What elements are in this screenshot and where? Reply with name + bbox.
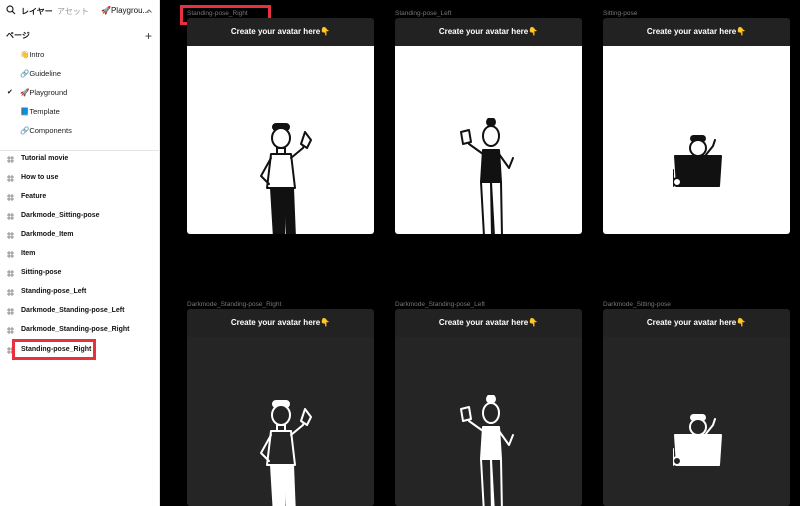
layer-item[interactable]: Standing-pose_Left — [7, 287, 157, 299]
layer-item[interactable]: Darkmode_Standing-pose_Right — [7, 325, 157, 337]
layer-item[interactable]: Sitting-pose — [7, 268, 157, 280]
frame-grid-icon — [7, 308, 14, 315]
avatar-frame[interactable]: Create your avatar here👇 — [187, 18, 374, 234]
layer-item-label: Darkmode_Sitting-pose — [21, 212, 100, 219]
frame-body — [395, 46, 582, 234]
frame-grid-icon — [7, 251, 14, 258]
frame-header: Create your avatar here👇 — [187, 18, 374, 46]
pages-title: ページ — [6, 31, 30, 40]
avatar-frame[interactable]: Create your avatar here👇 — [603, 18, 790, 234]
frame-body — [187, 46, 374, 234]
layer-item[interactable]: Item — [7, 249, 157, 261]
layer-item-label: Darkmode_Standing-pose_Right — [21, 326, 130, 333]
layer-item[interactable]: Darkmode_Sitting-pose — [7, 211, 157, 223]
frame-body — [395, 337, 582, 506]
frame-body — [187, 337, 374, 506]
design-canvas[interactable]: Standing-pose_Right Create your avatar he… — [161, 0, 800, 506]
page-item-playground[interactable]: 🚀Playground — [20, 88, 67, 97]
frame-label[interactable]: Darkmode_Standing-pose_Left — [395, 301, 485, 308]
avatar-frame[interactable]: Create your avatar here👇 — [395, 309, 582, 506]
frame-grid-icon — [7, 213, 14, 220]
sitting-avatar-illustration — [673, 414, 722, 466]
avatar-frame[interactable]: Create your avatar here👇 — [603, 309, 790, 506]
frame-label[interactable]: Darkmode_Sitting-pose — [603, 301, 671, 308]
avatar-frame[interactable]: Create your avatar here👇 — [187, 309, 374, 506]
frame-grid-icon — [7, 289, 14, 296]
frame-header: Create your avatar here👇 — [187, 309, 374, 337]
frame-header: Create your avatar here👇 — [395, 309, 582, 337]
frame-label[interactable]: Darkmode_Standing-pose_Right — [187, 301, 281, 308]
avatar-frame[interactable]: Create your avatar here👇 — [395, 18, 582, 234]
layer-item[interactable]: Feature — [7, 192, 157, 204]
pages-section-header: ページ + — [6, 29, 154, 43]
sidebar-divider — [0, 150, 160, 151]
frame-grid-icon — [7, 175, 14, 182]
page-item-template[interactable]: 📘Template — [20, 107, 60, 116]
add-page-icon[interactable]: + — [145, 29, 152, 43]
layer-item-label: How to use — [21, 174, 59, 181]
layer-item-label: Feature — [21, 193, 47, 200]
sitting-avatar-illustration — [673, 135, 722, 187]
layer-item-label: Darkmode_Standing-pose_Left — [21, 307, 125, 314]
frame-label[interactable]: Standing-pose_Left — [395, 10, 451, 17]
frame-grid-icon — [7, 232, 14, 239]
layer-item-label: Sitting-pose — [21, 269, 62, 276]
layer-item[interactable]: How to use — [7, 173, 157, 185]
frame-header: Create your avatar here👇 — [603, 18, 790, 46]
frame-body — [603, 337, 790, 506]
page-selector[interactable]: 🚀Playgrou... — [101, 6, 149, 15]
tab-layers[interactable]: レイヤー — [21, 6, 53, 17]
layer-item-label: Darkmode_Item — [21, 231, 74, 238]
search-icon[interactable] — [6, 5, 16, 15]
layer-item-label: Tutorial movie — [21, 155, 69, 162]
layer-item[interactable]: Tutorial movie — [7, 154, 157, 166]
standing-right-avatar-illustration — [260, 123, 312, 234]
frame-header: Create your avatar here👇 — [603, 309, 790, 337]
frame-body — [603, 46, 790, 234]
standing-right-avatar-illustration — [260, 400, 312, 506]
frame-label[interactable]: Standing-pose_Right — [187, 10, 248, 17]
layer-item[interactable]: Darkmode_Item — [7, 230, 157, 242]
layer-item[interactable]: Darkmode_Standing-pose_Left — [7, 306, 157, 318]
tab-assets[interactable]: アセット — [57, 6, 89, 17]
layer-item-label: Item — [21, 250, 36, 257]
sidebar-topbar: レイヤー アセット 🚀Playgrou... — [0, 0, 160, 22]
frame-grid-icon — [7, 270, 14, 277]
standing-left-avatar-illustration — [460, 118, 514, 234]
page-item-guideline[interactable]: 🔗Guideline — [20, 69, 61, 78]
frame-grid-icon — [7, 194, 14, 201]
frame-label[interactable]: Sitting-pose — [603, 10, 637, 17]
page-item-intro[interactable]: 👋Intro — [20, 50, 44, 59]
standing-left-avatar-illustration — [460, 395, 514, 506]
frame-grid-icon — [7, 327, 14, 334]
frame-grid-icon — [7, 156, 14, 163]
checkmark-icon: ✔ — [7, 89, 13, 96]
layer-highlight-box — [12, 339, 96, 360]
chevron-up-icon[interactable] — [145, 7, 153, 15]
frame-header: Create your avatar here👇 — [395, 18, 582, 46]
page-item-components[interactable]: 🔗Components — [20, 126, 72, 135]
layers-sidebar: レイヤー アセット 🚀Playgrou... ページ + 👋Intro 🔗Gui… — [0, 0, 160, 506]
layer-item-label: Standing-pose_Left — [21, 288, 87, 295]
